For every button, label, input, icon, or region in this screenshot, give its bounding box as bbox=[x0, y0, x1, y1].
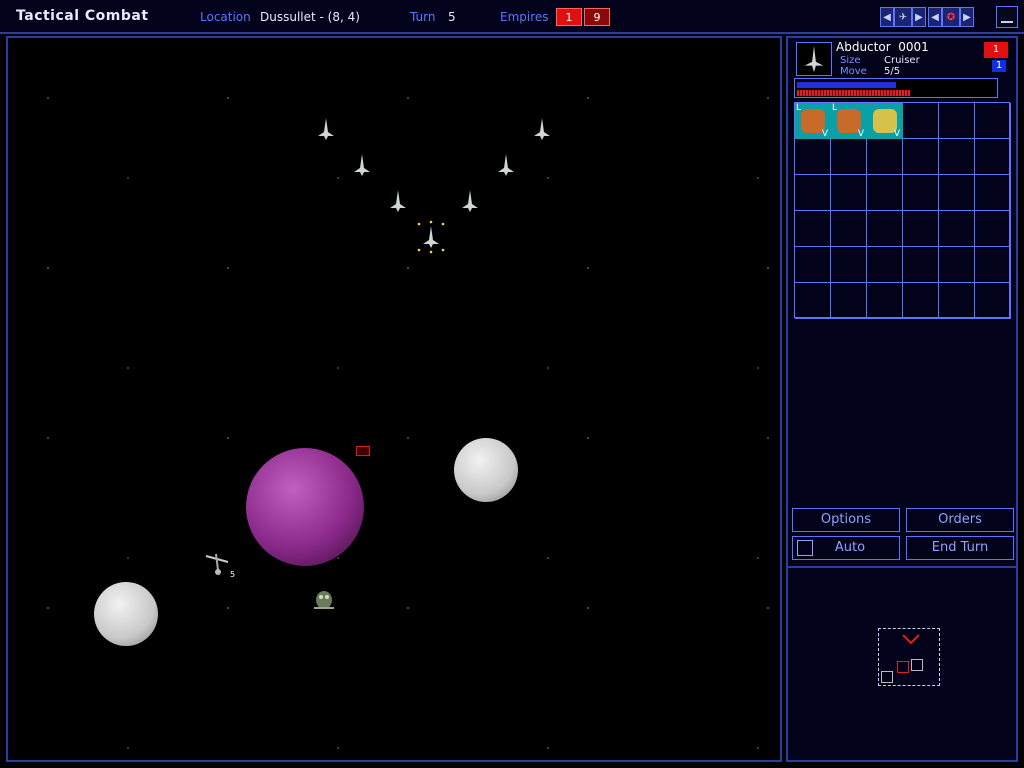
component-slot[interactable] bbox=[831, 175, 867, 211]
component-bottom-label: V bbox=[821, 129, 828, 139]
component-slot[interactable] bbox=[939, 103, 975, 139]
component-bottom-label: V bbox=[893, 129, 900, 139]
component-slot[interactable] bbox=[903, 211, 939, 247]
shield-bar bbox=[797, 82, 896, 88]
ship-icon[interactable]: ✈ bbox=[894, 7, 912, 27]
component-slot[interactable] bbox=[903, 283, 939, 319]
window-title: Tactical Combat bbox=[16, 8, 149, 24]
enemy-ship[interactable] bbox=[462, 190, 478, 212]
satellite-icon[interactable] bbox=[204, 550, 230, 578]
component-slot[interactable] bbox=[975, 139, 1011, 175]
component-slot[interactable] bbox=[975, 283, 1011, 319]
component-slot[interactable] bbox=[795, 211, 831, 247]
minimap-viewport[interactable] bbox=[878, 628, 940, 686]
component-slot[interactable] bbox=[831, 211, 867, 247]
enemy-ship[interactable] bbox=[534, 118, 550, 140]
minimap-moon bbox=[911, 659, 923, 671]
next-arrow-icon[interactable]: ▶ bbox=[960, 7, 974, 27]
component-slot[interactable] bbox=[975, 211, 1011, 247]
component-slot[interactable] bbox=[867, 175, 903, 211]
component-slot[interactable] bbox=[903, 175, 939, 211]
component-slot[interactable] bbox=[867, 283, 903, 319]
target-icon[interactable]: ✪ bbox=[942, 7, 960, 27]
minimap[interactable] bbox=[788, 566, 1016, 760]
empire-badge-2[interactable]: 9 bbox=[584, 8, 610, 26]
enemy-ship[interactable] bbox=[354, 154, 370, 176]
move-value: 5/5 bbox=[884, 66, 901, 77]
location-label: Location bbox=[200, 10, 251, 24]
combat-map[interactable]: 5 bbox=[6, 36, 782, 762]
minimap-planet bbox=[897, 661, 909, 673]
component-slot[interactable] bbox=[795, 283, 831, 319]
component-bottom-label: V bbox=[857, 129, 864, 139]
side-panel: Abductor 0001 Size Cruiser Move 5/5 1 1 … bbox=[786, 36, 1018, 762]
auto-toggle[interactable]: Auto bbox=[792, 536, 900, 560]
weapon-component-icon[interactable]: LV bbox=[831, 103, 867, 139]
orders-button[interactable]: Orders bbox=[906, 508, 1014, 532]
component-slot[interactable] bbox=[975, 247, 1011, 283]
next-arrow-icon[interactable]: ▶ bbox=[912, 7, 926, 27]
component-slot[interactable] bbox=[939, 211, 975, 247]
empires-label: Empires bbox=[500, 10, 549, 24]
prev-arrow-icon[interactable]: ◀ bbox=[880, 7, 894, 27]
auto-checkbox[interactable] bbox=[797, 540, 813, 556]
structure-bar bbox=[797, 90, 910, 96]
component-slot[interactable] bbox=[903, 139, 939, 175]
component-slot[interactable] bbox=[939, 247, 975, 283]
moon[interactable] bbox=[454, 438, 518, 502]
weapon-component-icon[interactable]: LV bbox=[795, 103, 831, 139]
component-slot[interactable] bbox=[795, 247, 831, 283]
component-slot[interactable] bbox=[939, 283, 975, 319]
marker-icon[interactable] bbox=[356, 446, 370, 456]
moon[interactable] bbox=[94, 582, 158, 646]
component-slot[interactable] bbox=[795, 175, 831, 211]
minimize-button[interactable] bbox=[996, 6, 1018, 28]
enemy-ship[interactable] bbox=[318, 118, 334, 140]
component-slot[interactable] bbox=[831, 283, 867, 319]
empire-badge: 1 bbox=[984, 42, 1008, 58]
component-slot[interactable] bbox=[903, 103, 939, 139]
component-grid[interactable]: LVLVV bbox=[794, 102, 1011, 319]
component-slot[interactable] bbox=[975, 175, 1011, 211]
ship-portrait[interactable] bbox=[796, 42, 832, 76]
turn-label: Turn bbox=[410, 10, 436, 24]
end-turn-button[interactable]: End Turn bbox=[906, 536, 1014, 560]
selected-ship[interactable] bbox=[416, 220, 446, 254]
component-slot[interactable] bbox=[831, 247, 867, 283]
prev-arrow-icon[interactable]: ◀ bbox=[928, 7, 942, 27]
component-slot[interactable] bbox=[939, 175, 975, 211]
size-value: Cruiser bbox=[884, 55, 920, 66]
purple-planet[interactable] bbox=[246, 448, 364, 566]
component-top-label: L bbox=[796, 103, 802, 113]
auto-label: Auto bbox=[834, 540, 866, 555]
engine-component-icon[interactable]: V bbox=[867, 103, 903, 139]
component-slot[interactable] bbox=[867, 211, 903, 247]
component-slot[interactable] bbox=[867, 247, 903, 283]
component-slot[interactable] bbox=[795, 139, 831, 175]
size-label: Size bbox=[840, 55, 861, 66]
component-slot[interactable] bbox=[903, 247, 939, 283]
move-label: Move bbox=[840, 66, 867, 77]
component-slot[interactable] bbox=[939, 139, 975, 175]
enemy-ship[interactable] bbox=[390, 190, 406, 212]
top-bar: Tactical Combat Location Dussullet - (8,… bbox=[0, 0, 1024, 34]
component-slot[interactable] bbox=[867, 139, 903, 175]
ship-count-label: 5 bbox=[230, 570, 236, 579]
location-value: Dussullet - (8, 4) bbox=[260, 10, 360, 24]
component-slot[interactable] bbox=[831, 139, 867, 175]
component-top-label: L bbox=[832, 103, 838, 113]
minimap-moon bbox=[881, 671, 893, 683]
ship-name: Abductor 0001 bbox=[836, 40, 929, 54]
alien-ship[interactable] bbox=[310, 586, 338, 614]
turn-value: 5 bbox=[448, 10, 456, 24]
fleet-marker-icon bbox=[902, 634, 920, 645]
enemy-ship[interactable] bbox=[498, 154, 514, 176]
component-slot[interactable] bbox=[975, 103, 1011, 139]
options-button[interactable]: Options bbox=[792, 508, 900, 532]
empire-badge-1[interactable]: 1 bbox=[556, 8, 582, 26]
fleet-badge: 1 bbox=[992, 60, 1006, 72]
status-bars bbox=[794, 78, 998, 98]
